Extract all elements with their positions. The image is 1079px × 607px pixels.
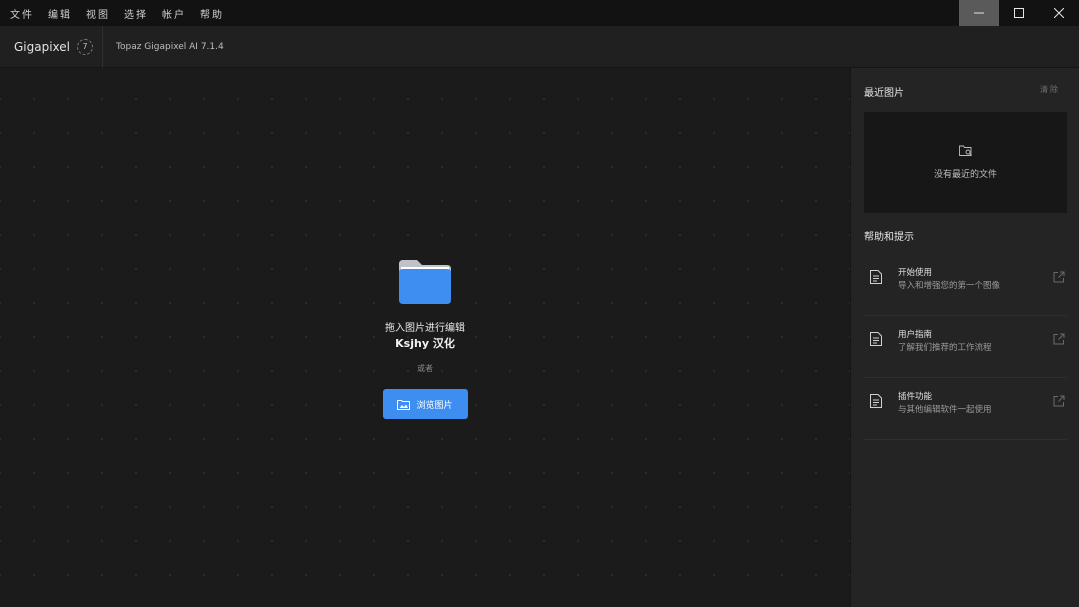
document-icon [870, 394, 882, 408]
menu-help[interactable]: 帮助 [200, 6, 224, 21]
maximize-icon [1014, 8, 1024, 18]
help-item-name: 开始使用 [898, 268, 933, 278]
menu-file[interactable]: 文件 [10, 6, 34, 21]
brand-name: Gigapixel [14, 39, 71, 54]
help-item-plugins[interactable]: 插件功能 与其他编辑软件一起使用 [864, 378, 1067, 440]
help-item-name: 用户指南 [898, 330, 933, 340]
recent-title: 最近图片 [864, 88, 904, 99]
image-canvas[interactable]: 拖入图片进行编辑 Ksjhy 汉化 或者 浏览图片 [0, 68, 850, 607]
menu-view[interactable]: 视图 [86, 6, 110, 21]
recent-files-box: 没有最近的文件 [864, 112, 1067, 213]
recent-empty-text: 没有最近的文件 [933, 170, 997, 180]
browse-images-button[interactable]: 浏览图片 [382, 389, 468, 419]
title-bar: 文件 编辑 视图 选择 帐户 帮助 [0, 0, 1079, 26]
version-badge: 7 [77, 38, 94, 55]
side-panel: 最近图片 清除 没有最近的文件 帮助和提示 开始使用 导入和增强您的第一个图像 [850, 68, 1079, 607]
help-item-desc: 了解我们推荐的工作流程 [898, 343, 992, 353]
external-link-icon [1053, 395, 1065, 407]
help-item-name: 插件功能 [898, 392, 933, 402]
menu-select[interactable]: 选择 [124, 6, 148, 21]
menu-account[interactable]: 帐户 [162, 6, 186, 21]
help-item-desc: 与其他编辑软件一起使用 [898, 405, 992, 415]
menu-bar: 文件 编辑 视图 选择 帐户 帮助 [0, 0, 238, 26]
drop-zone[interactable]: 拖入图片进行编辑 Ksjhy 汉化 或者 浏览图片 [0, 256, 850, 419]
help-list: 开始使用 导入和增强您的第一个图像 用户指南 了解我们推荐的工作流程 插件功能 … [864, 254, 1067, 440]
minimize-button[interactable] [959, 0, 999, 26]
menu-edit[interactable]: 编辑 [48, 6, 72, 21]
empty-folder-search-icon [958, 145, 972, 156]
image-folder-icon [397, 399, 411, 410]
browse-images-label: 浏览图片 [416, 400, 453, 411]
window-controls [959, 0, 1079, 26]
app-header: Gigapixel 7 Topaz Gigapixel AI 7.1.4 [0, 25, 1079, 68]
close-button[interactable] [1039, 0, 1079, 26]
recent-header: 最近图片 清除 [864, 84, 1060, 99]
external-link-icon [1053, 271, 1065, 283]
drop-hint: 拖入图片进行编辑 [385, 323, 465, 334]
minimize-icon [974, 12, 984, 14]
app-version: Topaz Gigapixel AI 7.1.4 [116, 41, 224, 52]
brand: Gigapixel 7 [0, 25, 103, 68]
help-title: 帮助和提示 [864, 232, 914, 243]
clear-recent-button[interactable]: 清除 [1040, 84, 1060, 99]
help-item-get-started[interactable]: 开始使用 导入和增强您的第一个图像 [864, 254, 1067, 316]
close-icon [1054, 8, 1064, 18]
document-icon [870, 332, 882, 346]
external-link-icon [1053, 333, 1065, 345]
localization-credit: Ksjhy 汉化 [395, 337, 455, 350]
help-item-user-guide[interactable]: 用户指南 了解我们推荐的工作流程 [864, 316, 1067, 378]
document-icon [870, 270, 882, 284]
maximize-button[interactable] [999, 0, 1039, 26]
folder-icon [397, 256, 453, 306]
help-item-desc: 导入和增强您的第一个图像 [898, 281, 1001, 291]
or-label: 或者 [417, 364, 433, 373]
